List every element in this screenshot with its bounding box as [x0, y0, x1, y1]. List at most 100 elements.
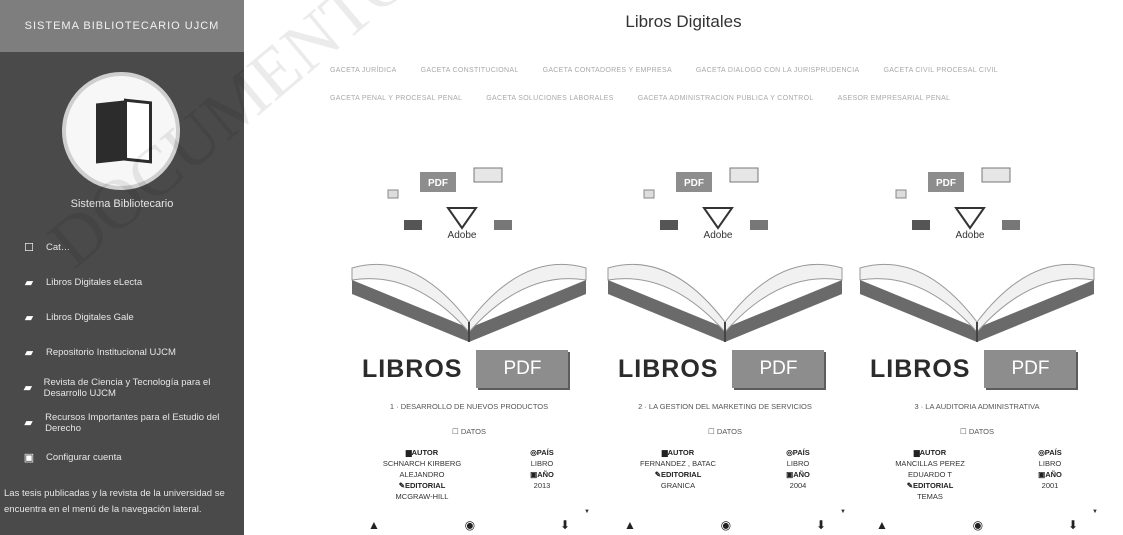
cover-pdf-badge: PDF	[984, 350, 1077, 388]
autor-value-2: EDUARDO T	[907, 470, 953, 479]
sidebar-item-revista[interactable]: ▰ Revista de Ciencia y Tecnología para e…	[0, 370, 244, 405]
sidebar-item-libros-electa[interactable]: ▰ Libros Digitales eLecta	[0, 265, 244, 300]
autor-label: ▆AUTOR	[661, 448, 695, 457]
sidebar-item-label: Configurar cuenta	[46, 452, 122, 463]
sidebar-item-recursos[interactable]: ▰ Recursos Importantes para el Estudio d…	[0, 405, 244, 440]
category-link[interactable]: GACETA DIALOGO CON LA JURISPRUDENCIA	[696, 67, 860, 74]
datos-heading: ☐ DATOS	[708, 427, 742, 436]
category-link[interactable]: ASESOR EMPRESARIAL PENAL	[838, 95, 951, 102]
eye-icon[interactable]: ◉	[973, 518, 983, 532]
book-icon: ▰	[24, 417, 33, 429]
book-details: ▆AUTOR SCHNARCH KIRBERG ALEJANDRO ✎EDITO…	[362, 447, 576, 507]
book-actions: ▲ ◉ ⬇	[600, 518, 850, 532]
sidebar-title: SISTEMA BIBLIOTECARIO UJCM	[0, 0, 244, 52]
sidebar-item-repositorio[interactable]: ▰ Repositorio Institucional UJCM	[0, 335, 244, 370]
editorial-value: MCGRAW-HILL	[395, 492, 449, 501]
autor-value: SCHNARCH KIRBERG	[382, 459, 462, 468]
sidebar-item-libros-gale[interactable]: ▰ Libros Digitales Gale	[0, 300, 244, 335]
book-logo-right	[124, 98, 152, 164]
cover-libros-text: LIBROS	[618, 354, 719, 383]
svg-text:PDF: PDF	[684, 178, 704, 189]
book-actions: ▲ ◉ ⬇	[344, 518, 594, 532]
sidebar-item-catalogo[interactable]: ☐ Cat…	[0, 230, 244, 265]
category-link[interactable]: GACETA CONSTITUCIONAL	[421, 67, 519, 74]
category-links: GACETA JURÍDICA GACETA CONSTITUCIONAL GA…	[330, 56, 1123, 112]
book-title: 1 · DESARROLLO DE NUEVOS PRODUCTOS	[389, 402, 549, 411]
book-icon: ▰	[24, 347, 34, 359]
sidebar-item-label: Repositorio Institucional UJCM	[46, 347, 176, 358]
book-icon: ▰	[23, 382, 33, 394]
sidebar-footer-note: Las tesis publicadas y la revista de la …	[4, 488, 225, 515]
sidebar-item-label: Recursos Importantes para el Estudio del…	[45, 411, 220, 434]
pais-label: ◎PAÍS	[530, 448, 554, 457]
scroll-down-icon: ▼	[840, 509, 846, 515]
scroll-down-icon: ▼	[1092, 509, 1098, 515]
avatar	[62, 72, 180, 190]
download-icon[interactable]: ⬇	[1068, 518, 1078, 532]
eye-icon[interactable]: ◉	[465, 518, 475, 532]
book-icon: ▰	[24, 277, 34, 289]
category-link[interactable]: GACETA SOLUCIONES LABORALES	[486, 95, 613, 102]
book-actions: ▲ ◉ ⬇	[852, 518, 1102, 532]
cover-banner: LIBROS PDF	[618, 350, 825, 388]
scroll-down-icon: ▼	[584, 509, 590, 515]
download-icon[interactable]: ⬇	[816, 518, 826, 532]
details-scrollbar[interactable]: ▼	[1092, 425, 1098, 515]
anio-value: 2004	[789, 481, 807, 490]
calendar-icon: ☐	[960, 427, 967, 436]
editorial-value: TEMAS	[917, 492, 943, 501]
anio-label: ▣AÑO	[1038, 470, 1062, 479]
sidebar-item-label: Cat…	[46, 242, 71, 253]
pais-value: LIBRO	[1038, 459, 1062, 468]
autor-value: MANCILLAS PEREZ	[895, 459, 965, 468]
cover-pdf-badge: PDF	[732, 350, 825, 388]
user-name: Sistema Bibliotecario	[70, 198, 174, 210]
cover-banner: LIBROS PDF	[362, 350, 569, 388]
svg-text:PDF: PDF	[936, 178, 956, 189]
cover-libros-text: LIBROS	[870, 354, 971, 383]
svg-text:Adobe: Adobe	[448, 230, 477, 241]
anio-value: 2001	[1041, 481, 1059, 490]
sidebar-item-label: Revista de Ciencia y Tecnología para el …	[43, 376, 211, 399]
category-link[interactable]: GACETA CIVIL PROCESAL CIVIL	[883, 67, 997, 74]
autor-value-2: ALEJANDRO	[399, 470, 445, 479]
details-scrollbar[interactable]: ▼	[840, 425, 846, 515]
anio-value: 2013	[533, 481, 551, 490]
svg-text:PDF: PDF	[428, 178, 448, 189]
page-title: Libros Digitales	[625, 12, 742, 31]
sidebar-item-configurar[interactable]: ▣ Configurar cuenta	[0, 440, 244, 475]
book-cards: PDF Adobe LIBROS PDF 1 · DESARROLLO DE N…	[344, 150, 1123, 535]
cover-banner: LIBROS PDF	[870, 350, 1077, 388]
editorial-label: ✎EDITORIAL	[654, 470, 702, 479]
main-content: Libros Digitales GACETA JURÍDICA GACETA …	[244, 0, 1123, 535]
details-scrollbar[interactable]: ▼	[584, 425, 590, 515]
book-details: ▆AUTOR MANCILLAS PEREZ EDUARDO T ✎EDITOR…	[870, 447, 1084, 507]
autor-value: FERNANDEZ , BATAC	[640, 459, 716, 468]
cover-pdf-badge: PDF	[476, 350, 569, 388]
sidebar-item-label: Libros Digitales eLecta	[46, 277, 143, 288]
autor-label: ▆AUTOR	[913, 448, 947, 457]
drive-icon[interactable]: ▲	[624, 518, 636, 532]
category-link[interactable]: GACETA CONTADORES Y EMPRESA	[543, 67, 672, 74]
anio-label: ▣AÑO	[530, 470, 554, 479]
pais-value: LIBRO	[786, 459, 810, 468]
book-title: 3 · LA AUDITORIA ADMINISTRATIVA	[914, 402, 1040, 411]
svg-text:Adobe: Adobe	[956, 230, 985, 241]
category-link[interactable]: GACETA JURÍDICA	[330, 67, 397, 74]
category-link[interactable]: GACETA ADMINISTRACION PUBLICA Y CONTROL	[638, 95, 814, 102]
eye-icon[interactable]: ◉	[721, 518, 731, 532]
category-link[interactable]: GACETA PENAL Y PROCESAL PENAL	[330, 95, 462, 102]
pais-label: ◎PAÍS	[1038, 448, 1062, 457]
pais-value: LIBRO	[530, 459, 554, 468]
drive-icon[interactable]: ▲	[368, 518, 380, 532]
sidebar-item-label: Libros Digitales Gale	[46, 312, 134, 323]
download-icon[interactable]: ⬇	[560, 518, 570, 532]
sidebar: SISTEMA BIBLIOTECARIO UJCM Sistema Bibli…	[0, 0, 244, 535]
book-card: PDF Adobe LIBROS PDF 3 · LA AUDITORIA AD…	[852, 150, 1102, 535]
book-card: PDF Adobe LIBROS PDF 1 · DESARROLLO DE N…	[344, 150, 594, 535]
datos-heading: ☐ DATOS	[960, 427, 994, 436]
editorial-label: ✎EDITORIAL	[906, 481, 954, 490]
cover-libros-text: LIBROS	[362, 354, 463, 383]
book-details: ▆AUTOR FERNANDEZ , BATAC ✎EDITORIAL GRAN…	[618, 447, 832, 507]
drive-icon[interactable]: ▲	[876, 518, 888, 532]
